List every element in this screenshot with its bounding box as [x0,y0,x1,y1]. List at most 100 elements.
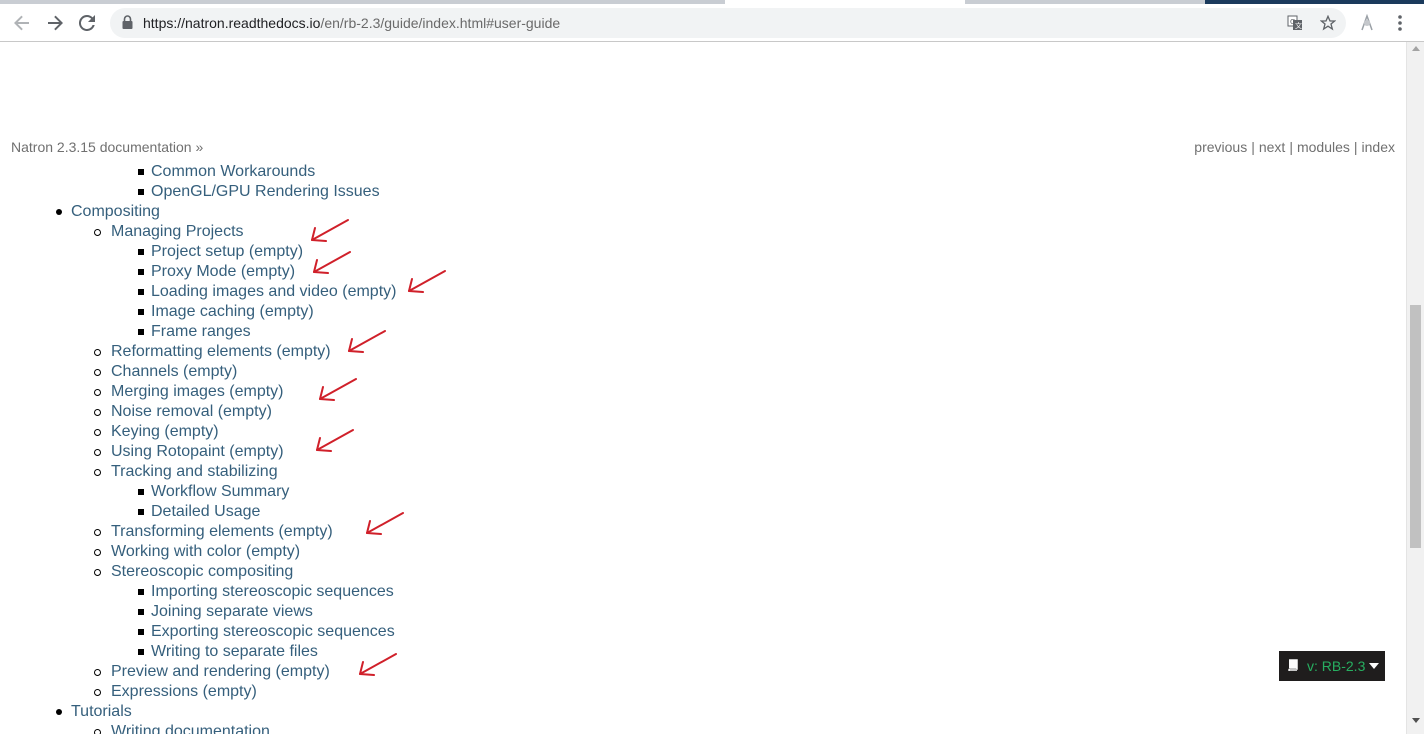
toc-link[interactable]: Transforming elements (empty) [111,522,333,542]
bullet-icon [94,529,101,536]
separator: | [1289,139,1293,155]
toc-link[interactable]: Joining separate views [151,602,313,622]
annotation-arrow [408,270,446,293]
toc-link[interactable]: Stereoscopic compositing [111,562,293,582]
toc-link[interactable]: Importing stereoscopic sequences [151,582,394,602]
bullet-icon [138,629,144,635]
bullet-icon [94,469,101,476]
reload-icon [79,15,95,31]
version-selector[interactable]: v: RB-2.3 [1279,651,1385,681]
bullet-icon [94,549,101,556]
bullet-icon [138,289,144,295]
menu-icon[interactable] [1391,13,1409,33]
forward-button[interactable] [42,10,68,36]
related-links: previous | next | modules | index [1194,139,1395,155]
bullet-icon [94,569,101,576]
bullet-icon [138,589,144,595]
svg-text:文: 文 [1295,21,1302,30]
toc-link[interactable]: Writing documentation [111,722,270,734]
url-path: /en/rb-2.3/guide/index.html#user-guide [320,15,561,31]
bullet-icon [94,449,101,456]
toc-link[interactable]: Workflow Summary [151,482,289,502]
annotation-arrow [319,378,357,401]
bullet-icon [94,409,101,416]
bullet-icon [94,429,101,436]
breadcrumb[interactable]: Natron 2.3.15 documentation » [11,139,203,155]
toc-link[interactable]: Tutorials [71,702,132,722]
bullet-icon [138,269,144,275]
bullet-icon [94,369,101,376]
annotation-arrow [316,429,354,452]
toc-link[interactable]: Expressions (empty) [111,682,257,702]
bullet-icon [94,689,101,696]
bullet-icon [138,309,144,315]
back-icon [14,15,29,31]
separator: | [1353,139,1358,155]
bullet-icon [94,729,101,734]
toc-link[interactable]: Compositing [71,202,160,222]
toc-link[interactable]: Keying (empty) [111,422,219,442]
toc-link[interactable]: Loading images and video (empty) [151,282,396,302]
modules-link[interactable]: modules [1297,139,1350,155]
toc-link[interactable]: OpenGL/GPU Rendering Issues [151,182,380,202]
next-link[interactable]: next [1259,139,1285,155]
scroll-up-arrow-icon[interactable] [1412,46,1420,51]
back-button[interactable] [9,10,35,36]
annotation-arrow [366,512,404,535]
toc-link[interactable]: Project setup (empty) [151,242,303,262]
bullet-icon [138,489,144,495]
bullet-icon [94,669,101,676]
address-bar[interactable]: https://natron.readthedocs.io/en/rb-2.3/… [110,8,1346,38]
scroll-thumb[interactable] [1410,305,1421,548]
translate-icon[interactable]: G文 [1286,14,1304,32]
toc-link[interactable]: Proxy Mode (empty) [151,262,295,282]
toc-link[interactable]: Tracking and stabilizing [111,462,278,482]
bullet-icon [138,649,144,655]
previous-link[interactable]: previous [1194,139,1247,155]
toc-link[interactable]: Working with color (empty) [111,542,300,562]
bullet-icon [138,249,144,255]
scroll-down-arrow-icon[interactable] [1412,718,1420,723]
toc-link[interactable]: Reformatting elements (empty) [111,342,331,362]
lock-icon [122,15,133,34]
toc-link[interactable]: Common Workarounds [151,162,315,182]
toc-link[interactable]: Merging images (empty) [111,382,284,402]
index-link[interactable]: index [1362,139,1395,155]
related-nav: Natron 2.3.15 documentation » previous | n… [11,139,1395,159]
toc-link[interactable]: Using Rotopaint (empty) [111,442,284,462]
toc-link[interactable]: Detailed Usage [151,502,260,522]
page-content: Natron 2.3.15 documentation » previous | n… [0,42,1406,734]
bullet-icon [94,349,101,356]
bullet-icon [138,509,144,515]
toc-link[interactable]: Exporting stereoscopic sequences [151,622,395,642]
separator: | [1251,139,1255,155]
bullet-icon [138,169,144,175]
annotation-arrow [311,219,349,242]
bullet-icon [94,229,101,236]
url-host: https://natron.readthedocs.io [143,15,321,31]
toc-link[interactable]: Managing Projects [111,222,244,242]
extension-icon[interactable] [1358,13,1376,32]
bullet-icon [138,189,144,195]
toc-link[interactable]: Noise removal (empty) [111,402,272,422]
url-text[interactable]: https://natron.readthedocs.io/en/rb-2.3/… [143,15,560,31]
book-icon [1287,658,1299,674]
toc-link[interactable]: Image caching (empty) [151,302,314,322]
bullet-icon [138,329,144,335]
bullet-icon [138,609,144,615]
bullet-icon [94,389,101,396]
annotation-arrow [359,653,397,676]
bullet-icon [56,709,62,715]
toc-link[interactable]: Channels (empty) [111,362,237,382]
vertical-scrollbar[interactable] [1406,42,1424,734]
toc-link[interactable]: Preview and rendering (empty) [111,662,330,682]
annotation-arrow [348,330,386,353]
reload-button[interactable] [74,10,100,36]
caret-down-icon [1369,663,1380,669]
star-icon[interactable] [1319,14,1337,32]
annotation-arrow [313,251,351,274]
forward-icon [48,15,63,31]
version-label: v: RB-2.3 [1307,658,1366,674]
toc-link[interactable]: Writing to separate files [151,642,318,662]
toc-link[interactable]: Frame ranges [151,322,251,342]
